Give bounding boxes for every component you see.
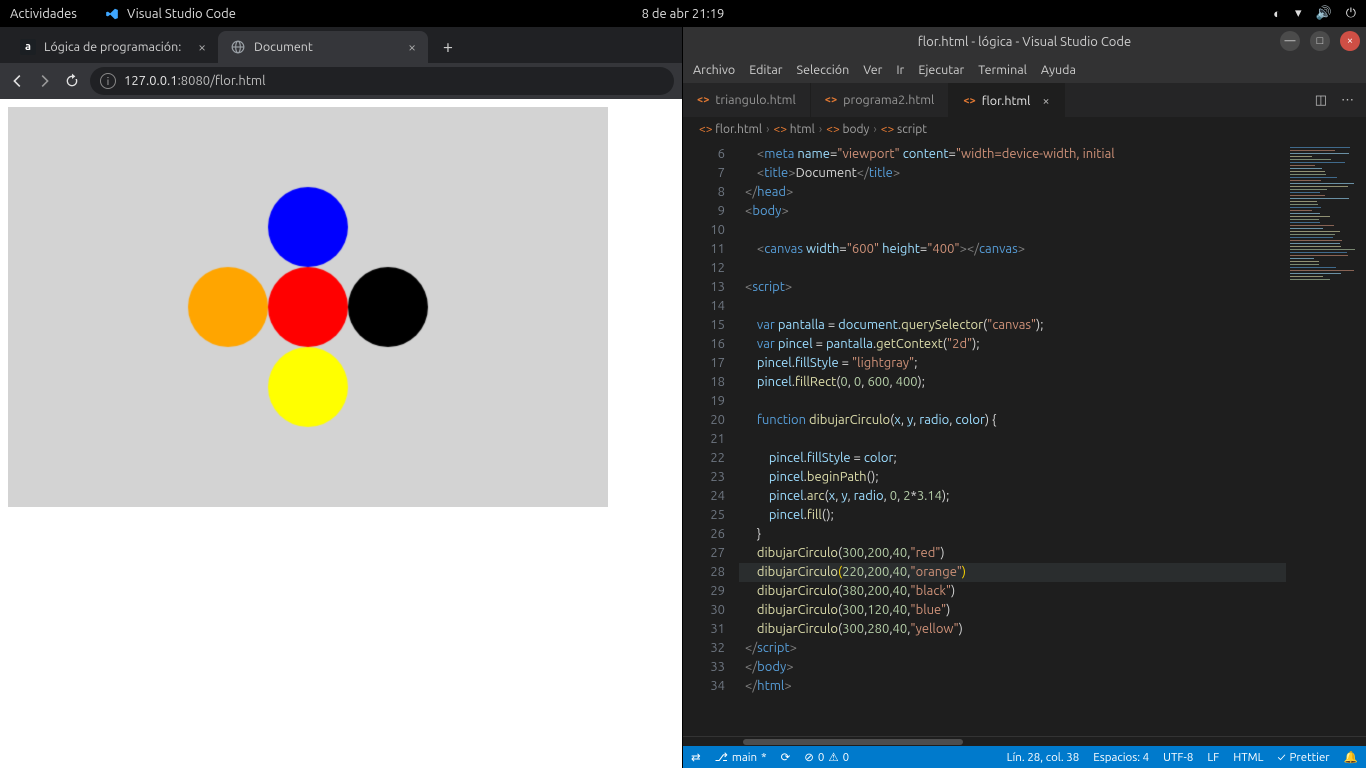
close-button[interactable]: × (1340, 31, 1360, 51)
more-icon[interactable]: ⋯ (1341, 93, 1354, 108)
git-sync[interactable]: ⟳ (781, 750, 791, 764)
menu-ir[interactable]: Ir (896, 63, 904, 77)
gnome-topbar: Actividades Visual Studio Code 8 de abr … (0, 0, 1366, 27)
statusbar: ⇄ ⎇ main* ⟳ ⊘ 0 ⚠ 0 Lín. 28, col. 38 Esp… (683, 746, 1366, 768)
git-branch[interactable]: ⎇ main* (715, 750, 767, 764)
menubar: Archivo Editar Selección Ver Ir Ejecutar Termi… (683, 57, 1366, 83)
window-title: flor.html - lógica - Visual Studio Code (918, 35, 1131, 49)
topbar-clock[interactable]: 8 de abr 21:19 (642, 7, 725, 21)
maximize-button[interactable]: □ (1310, 31, 1330, 51)
url-bar[interactable]: i 127.0.0.1:8080/flor.html (90, 67, 674, 95)
breadcrumbs[interactable]: <> flor.html › <> html › <> body › <> sc… (683, 117, 1366, 141)
canvas-flower (8, 107, 608, 507)
menu-ayuda[interactable]: Ayuda (1041, 63, 1076, 77)
prettier-status[interactable]: ✓ Prettier (1277, 751, 1329, 764)
vscode-icon (105, 7, 119, 21)
titlebar: flor.html - lógica - Visual Studio Code … (683, 27, 1366, 57)
favicon-icon: a (20, 39, 36, 55)
html-icon: <> (697, 94, 709, 106)
breadcrumb-item[interactable]: <> body (826, 123, 869, 136)
split-editor-icon[interactable]: ◫ (1315, 93, 1327, 108)
close-icon[interactable]: × (408, 39, 416, 55)
editor-tab-triangulo-html[interactable]: <>triangulo.html (683, 83, 811, 117)
breadcrumb-item[interactable]: <> script (881, 123, 927, 136)
html-icon: <> (825, 94, 837, 106)
editor-tab-programa2-html[interactable]: <>programa2.html (811, 83, 950, 117)
code-content[interactable]: <meta name="viewport" content="width=dev… (739, 141, 1286, 736)
browser-window: a Lógica de programación: × Document × +… (0, 27, 683, 768)
browser-tabstrip: a Lógica de programación: × Document × + (0, 27, 682, 63)
forward-button[interactable] (36, 72, 54, 90)
cursor-position[interactable]: Lín. 28, col. 38 (1007, 751, 1080, 764)
browser-viewport (0, 99, 682, 768)
browser-tab-label: Lógica de programación: (44, 40, 181, 54)
site-info-icon[interactable]: i (100, 73, 116, 89)
html-icon: <> (963, 95, 975, 107)
volume-icon[interactable]: 🔊 (1316, 6, 1332, 21)
new-tab-button[interactable]: + (434, 33, 462, 61)
reload-button[interactable] (64, 73, 80, 89)
menu-selección[interactable]: Selección (797, 63, 850, 77)
vscode-window: flor.html - lógica - Visual Studio Code … (683, 27, 1366, 768)
language-mode[interactable]: HTML (1233, 751, 1263, 764)
indentation[interactable]: Espacios: 4 (1093, 751, 1149, 764)
editor[interactable]: 6789101112131415161718192021222324252627… (683, 141, 1366, 736)
power-icon[interactable]: ⏻ (1346, 6, 1356, 21)
menu-ver[interactable]: Ver (863, 63, 882, 77)
editor-tab-flor-html[interactable]: <>flor.html× (949, 83, 1064, 117)
browser-toolbar: i 127.0.0.1:8080/flor.html (0, 63, 682, 99)
menu-archivo[interactable]: Archivo (693, 63, 735, 77)
menu-terminal[interactable]: Terminal (978, 63, 1027, 77)
favicon-icon (230, 39, 246, 55)
remote-button[interactable]: ⇄ (691, 750, 701, 764)
close-icon[interactable]: × (1042, 94, 1049, 108)
breadcrumb-item[interactable]: <> flor.html (699, 123, 762, 136)
problems[interactable]: ⊘ 0 ⚠ 0 (804, 750, 849, 764)
browser-tab-0[interactable]: a Lógica de programación: × (8, 31, 218, 63)
activities-button[interactable]: Actividades (10, 7, 77, 21)
close-icon[interactable]: × (198, 39, 206, 55)
back-button[interactable] (8, 72, 26, 90)
browser-tab-1[interactable]: Document × (218, 31, 428, 63)
topbar-app[interactable]: Visual Studio Code (105, 7, 236, 21)
menu-ejecutar[interactable]: Ejecutar (918, 63, 964, 77)
eol[interactable]: LF (1207, 751, 1219, 764)
browser-tab-label: Document (254, 40, 313, 54)
horizontal-scrollbar[interactable] (683, 736, 1366, 746)
brightness-icon[interactable]: ◐ (1273, 6, 1281, 21)
minimize-button[interactable]: — (1280, 31, 1300, 51)
notifications-icon[interactable]: 🔔 (1344, 750, 1358, 764)
minimap[interactable] (1286, 141, 1366, 736)
editor-tabstrip: <>triangulo.html<>programa2.html<>flor.h… (683, 83, 1366, 117)
line-gutter: 6789101112131415161718192021222324252627… (683, 141, 739, 736)
wifi-icon[interactable]: ▾ (1295, 6, 1302, 21)
menu-editar[interactable]: Editar (749, 63, 782, 77)
encoding[interactable]: UTF-8 (1163, 751, 1193, 764)
breadcrumb-item[interactable]: <> html (773, 123, 814, 136)
